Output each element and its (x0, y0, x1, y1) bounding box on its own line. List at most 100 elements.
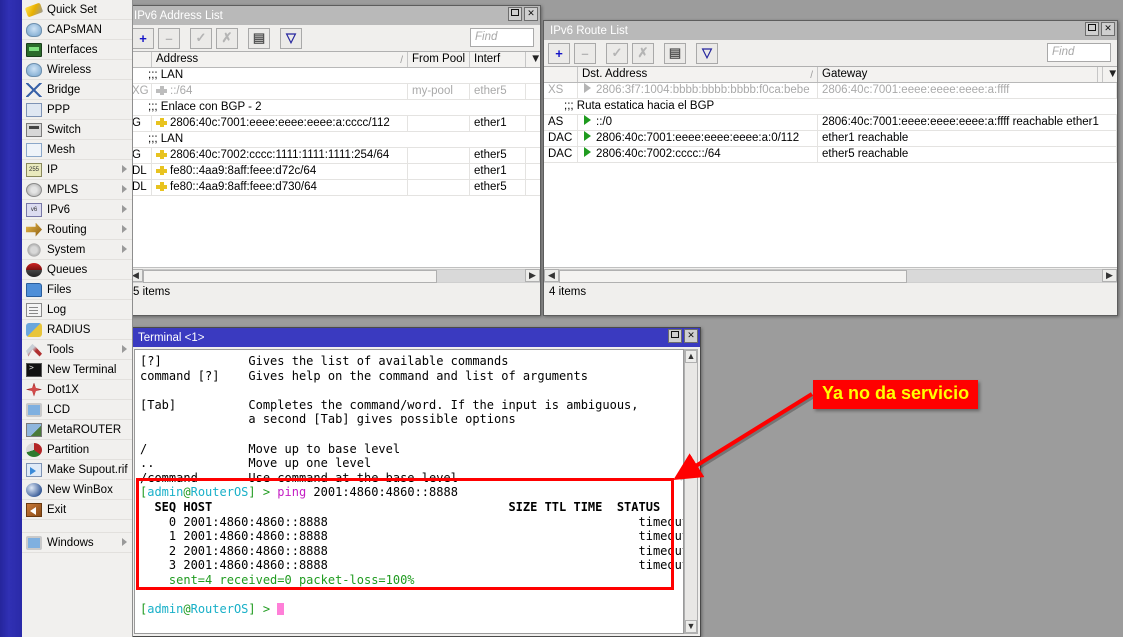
sidebar-item-new-winbox[interactable]: New WinBox (22, 480, 132, 500)
add-button[interactable]: + (548, 43, 570, 64)
filter-button[interactable]: ▽ (696, 43, 718, 64)
sidebar-item-ipv6[interactable]: v6IPv6 (22, 200, 132, 220)
column-header-flags[interactable] (544, 67, 578, 82)
address-window-titlebar[interactable]: IPv6 Address List ✕ (128, 6, 540, 25)
sidebar-item-files[interactable]: Files (22, 280, 132, 300)
close-icon[interactable]: ✕ (1101, 22, 1115, 36)
sidebar-item-ip[interactable]: 255IP (22, 160, 132, 180)
sidebar-item-interfaces[interactable]: Interfaces (22, 40, 132, 60)
scroll-up-icon[interactable]: ▲ (685, 350, 697, 363)
column-chooser-icon[interactable]: ▼ (526, 52, 540, 67)
enable-button[interactable]: ✓ (190, 28, 212, 49)
comment-button[interactable]: ▤ (248, 28, 270, 49)
sidebar-item-capsman[interactable]: CAPsMAN (22, 20, 132, 40)
address-hscrollbar[interactable]: ◀ ▶ (128, 267, 540, 282)
table-row[interactable]: DLfe80::4aa9:8aff:feee:d72c/64ether1 (128, 164, 540, 180)
sidebar-item-make-supout-rif[interactable]: Make Supout.rif (22, 460, 132, 480)
column-header-dst-address[interactable]: Dst. Address/ (578, 67, 818, 82)
route-hscroll-thumb[interactable] (559, 270, 907, 283)
scroll-left-icon[interactable]: ◀ (544, 269, 559, 282)
sidebar-item-exit[interactable]: Exit (22, 500, 132, 520)
table-row[interactable]: G2806:40c:7001:eeee:eeee:eeee:a:cccc/112… (128, 116, 540, 132)
sidebar-item-quick-set[interactable]: Quick Set (22, 0, 132, 20)
address-find-input[interactable]: Find (470, 28, 534, 47)
terminal-titlebar[interactable]: Terminal <1> ✕ (132, 328, 700, 347)
comment-row[interactable]: ;;; LAN (128, 68, 540, 84)
sidebar-item-new-terminal[interactable]: New Terminal (22, 360, 132, 380)
main-menu-sidebar[interactable]: Quick SetCAPsMANInterfacesWirelessBridge… (22, 0, 133, 637)
filter-button[interactable]: ▽ (280, 28, 302, 49)
sidebar-item-label: Queues (47, 264, 87, 276)
disable-button[interactable]: ✗ (216, 28, 238, 49)
sidebar-item-system[interactable]: System (22, 240, 132, 260)
route-window-titlebar[interactable]: IPv6 Route List ✕ (544, 21, 1117, 40)
chevron-right-icon (122, 185, 127, 193)
table-row[interactable]: XS2806:3f7:1004:bbbb:bbbb:bbbb:f0ca:bebe… (544, 83, 1117, 99)
sidebar-item-label: LCD (47, 404, 70, 416)
route-toolbar[interactable]: + – ✓ ✗ ▤ ▽ Find (544, 40, 1117, 66)
sidebar-item-log[interactable]: Log (22, 300, 132, 320)
maximize-icon[interactable] (668, 329, 682, 343)
table-row[interactable]: DAC2806:40c:7001:eeee:eeee:eeee:a:0/112e… (544, 131, 1117, 147)
table-row[interactable]: G2806:40c:7002:cccc:1111:1111:1111:254/6… (128, 148, 540, 164)
sidebar-item-queues[interactable]: Queues (22, 260, 132, 280)
remove-button[interactable]: – (158, 28, 180, 49)
comment-button[interactable]: ▤ (664, 43, 686, 64)
add-button[interactable]: + (132, 28, 154, 49)
maximize-icon[interactable] (508, 7, 522, 21)
table-row[interactable]: DLfe80::4aa9:8aff:feee:d730/64ether5 (128, 180, 540, 196)
address-toolbar[interactable]: + – ✓ ✗ ▤ ▽ Find (128, 25, 540, 51)
close-icon[interactable]: ✕ (524, 7, 538, 21)
address-grid[interactable]: Address/From PoolInterf▼;;; LANXG::/64my… (128, 51, 540, 267)
terminal-window-buttons[interactable]: ✕ (668, 329, 698, 343)
maximize-icon[interactable] (1085, 22, 1099, 36)
sidebar-item-bridge[interactable]: Bridge (22, 80, 132, 100)
sidebar-item-lcd[interactable]: LCD (22, 400, 132, 420)
ipv6-address-list-window[interactable]: IPv6 Address List ✕ + – ✓ ✗ ▤ ▽ Find Add… (127, 5, 541, 316)
sidebar-item-ppp[interactable]: PPP (22, 100, 132, 120)
sidebar-item-metarouter[interactable]: MetaROUTER (22, 420, 132, 440)
sidebar-item-tools[interactable]: Tools (22, 340, 132, 360)
column-header-interf[interactable]: Interf (470, 52, 526, 67)
sidebar-item-routing[interactable]: Routing (22, 220, 132, 240)
column-header-address[interactable]: Address/ (152, 52, 408, 67)
terminal-window[interactable]: Terminal <1> ✕ [?] Gives the list of ava… (131, 327, 701, 637)
terminal-vscrollbar[interactable]: ▲ ▼ (684, 349, 698, 634)
terminal-output-area[interactable]: [?] Gives the list of available commands… (134, 349, 684, 634)
table-row[interactable]: XG::/64my-poolether5 (128, 84, 540, 100)
sidebar-item-mpls[interactable]: MPLS (22, 180, 132, 200)
sidebar-item-partition[interactable]: Partition (22, 440, 132, 460)
sidebar-item-windows[interactable]: Windows (22, 533, 132, 553)
scroll-down-icon[interactable]: ▼ (685, 620, 697, 633)
address-hscroll-track[interactable] (143, 269, 525, 282)
close-icon[interactable]: ✕ (684, 329, 698, 343)
route-hscroll-track[interactable] (559, 269, 1102, 282)
route-grid[interactable]: Dst. Address/Gateway ▼XS2806:3f7:1004:bbb… (544, 66, 1117, 267)
address-hscroll-thumb[interactable] (143, 270, 437, 283)
table-row[interactable]: AS::/02806:40c:7001:eeee:eeee:eeee:a:fff… (544, 115, 1117, 131)
route-window-buttons[interactable]: ✕ (1085, 22, 1115, 36)
enable-button[interactable]: ✓ (606, 43, 628, 64)
comment-row[interactable]: ;;; LAN (128, 132, 540, 148)
address-column-headers[interactable]: Address/From PoolInterf▼ (128, 52, 540, 68)
route-column-headers[interactable]: Dst. Address/Gateway ▼ (544, 67, 1117, 83)
sidebar-item-wireless[interactable]: Wireless (22, 60, 132, 80)
ipv6-route-list-window[interactable]: IPv6 Route List ✕ + – ✓ ✗ ▤ ▽ Find Dst. … (543, 20, 1118, 316)
sidebar-item-radius[interactable]: RADIUS (22, 320, 132, 340)
route-hscrollbar[interactable]: ◀ ▶ (544, 267, 1117, 282)
scroll-right-icon[interactable]: ▶ (1102, 269, 1117, 282)
sidebar-item-mesh[interactable]: Mesh (22, 140, 132, 160)
comment-row[interactable]: ;;; Enlace con BGP - 2 (128, 100, 540, 116)
route-find-input[interactable]: Find (1047, 43, 1111, 62)
sidebar-item-switch[interactable]: Switch (22, 120, 132, 140)
table-row[interactable]: DAC2806:40c:7002:cccc::/64ether5 reachab… (544, 147, 1117, 163)
comment-row[interactable]: ;;; Ruta estatica hacia el BGP (544, 99, 1117, 115)
sidebar-item-dot1x[interactable]: Dot1X (22, 380, 132, 400)
column-header-from-pool[interactable]: From Pool (408, 52, 470, 67)
scroll-right-icon[interactable]: ▶ (525, 269, 540, 282)
column-header-gateway[interactable]: Gateway (818, 67, 1098, 82)
column-chooser-icon[interactable]: ▼ (1103, 67, 1117, 82)
address-window-buttons[interactable]: ✕ (508, 7, 538, 21)
disable-button[interactable]: ✗ (632, 43, 654, 64)
remove-button[interactable]: – (574, 43, 596, 64)
